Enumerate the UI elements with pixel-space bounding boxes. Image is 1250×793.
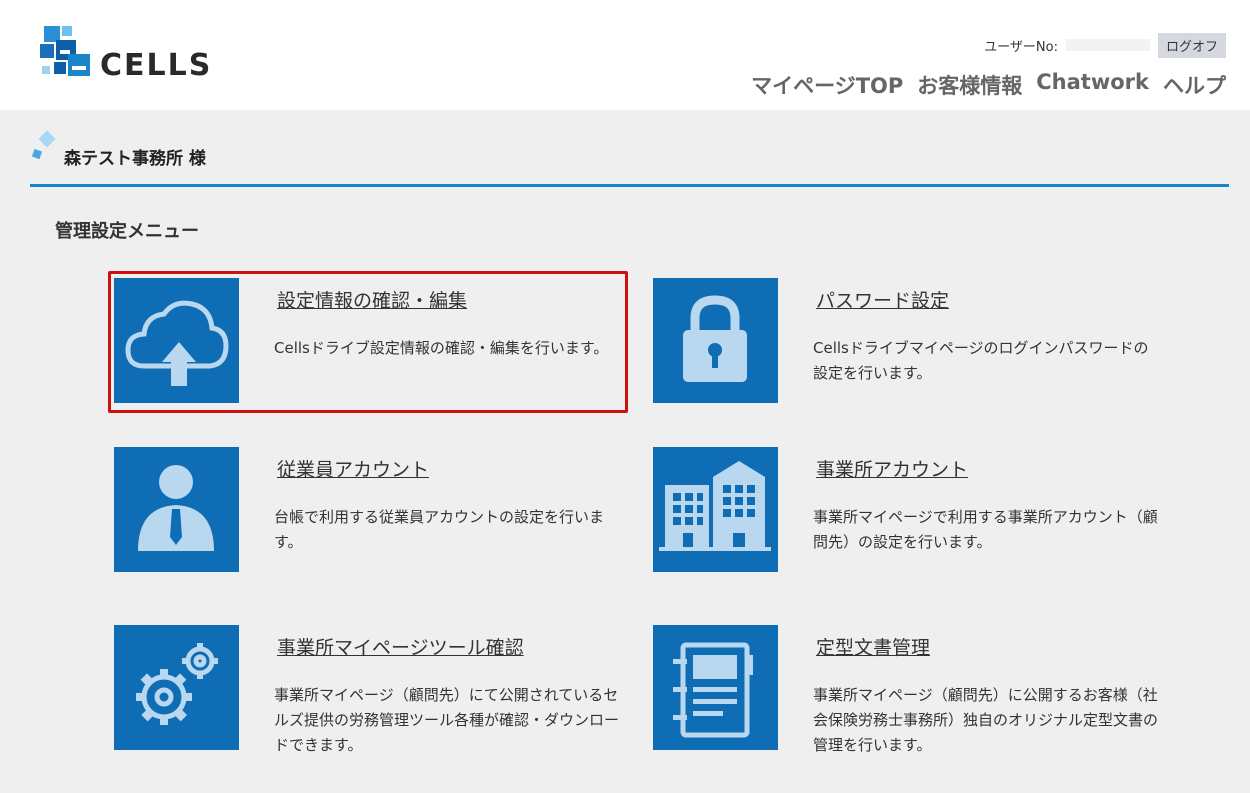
user-no-value: [1065, 39, 1150, 51]
card-desc: Cellsドライブ設定情報の確認・編集を行います。: [274, 339, 609, 357]
menu-card-employee[interactable]: 従業員アカウント 台帳で利用する従業員アカウントの設定を行います。: [114, 447, 634, 577]
card-desc: Cellsドライブマイページのログインパスワードの設定を行います。: [813, 339, 1149, 382]
tile: [114, 625, 239, 750]
employee-icon: [138, 465, 214, 551]
office-name: 森テスト事務所 様: [64, 149, 206, 169]
gears-icon: [136, 643, 218, 725]
nav-help[interactable]: ヘルプ: [1163, 70, 1226, 100]
card-desc: 台帳で利用する従業員アカウントの設定を行います。: [274, 508, 605, 551]
card-title[interactable]: 従業員アカウント: [277, 455, 429, 482]
document-icon: [673, 642, 753, 738]
lock-icon: [683, 295, 747, 382]
nav-customer-info[interactable]: お客様情報: [917, 70, 1022, 100]
user-no-label: ユーザーNo:: [984, 39, 1058, 55]
menu-card-office[interactable]: 事業所アカウント 事業所マイページで利用する事業所アカウント（顧問先）の設定を行…: [653, 447, 1173, 577]
tile: [653, 447, 778, 572]
card-desc: 事業所マイページ（顧問先）にて公開されているセルズ提供の労務管理ツール各種が確認…: [274, 686, 620, 754]
diamond-icon: [31, 130, 56, 160]
card-title[interactable]: 設定情報の確認・編集: [277, 286, 467, 313]
tile: [653, 625, 778, 750]
menu-card-password[interactable]: パスワード設定 Cellsドライブマイページのログインパスワードの設定を行います…: [653, 278, 1173, 408]
top-nav: マイページTOP お客様情報 Chatwork ヘルプ: [751, 70, 1226, 100]
card-desc: 事業所マイページ（顧問先）に公開するお客様（社会保険労務士事務所）独自のオリジナ…: [813, 686, 1159, 754]
menu-title: 管理設定メニュー: [55, 221, 199, 242]
menu-card-tools[interactable]: 事業所マイページツール確認 事業所マイページ（顧問先）にて公開されているセルズ提…: [114, 625, 634, 755]
logo-text: CELLS: [100, 48, 213, 83]
menu-card-documents[interactable]: 定型文書管理 事業所マイページ（顧問先）に公開するお客様（社会保険労務士事務所）…: [653, 625, 1173, 755]
building-icon: [659, 461, 771, 551]
cells-logo[interactable]: CELLS: [36, 22, 236, 88]
card-title[interactable]: 定型文書管理: [816, 633, 930, 660]
nav-chatwork[interactable]: Chatwork: [1036, 70, 1149, 100]
tile: [114, 278, 239, 403]
card-title[interactable]: 事業所アカウント: [816, 455, 968, 482]
logoff-button[interactable]: ログオフ: [1157, 32, 1226, 58]
user-area: ユーザーNo: ログオフ: [984, 32, 1226, 58]
card-desc: 事業所マイページで利用する事業所アカウント（顧問先）の設定を行います。: [813, 508, 1158, 551]
menu-card-settings[interactable]: 設定情報の確認・編集 Cellsドライブ設定情報の確認・編集を行います。: [114, 278, 634, 408]
card-title[interactable]: 事業所マイページツール確認: [277, 633, 524, 660]
cloud-upload-icon: [125, 300, 229, 386]
header: CELLS ユーザーNo: ログオフ マイページTOP お客様情報 Chatwo…: [0, 0, 1250, 110]
cells-logo-icon: [40, 26, 90, 76]
card-title[interactable]: パスワード設定: [816, 286, 949, 313]
tile: [653, 278, 778, 403]
office-bar: 森テスト事務所 様: [30, 128, 1229, 187]
tile: [114, 447, 239, 572]
nav-mypage-top[interactable]: マイページTOP: [751, 70, 903, 100]
